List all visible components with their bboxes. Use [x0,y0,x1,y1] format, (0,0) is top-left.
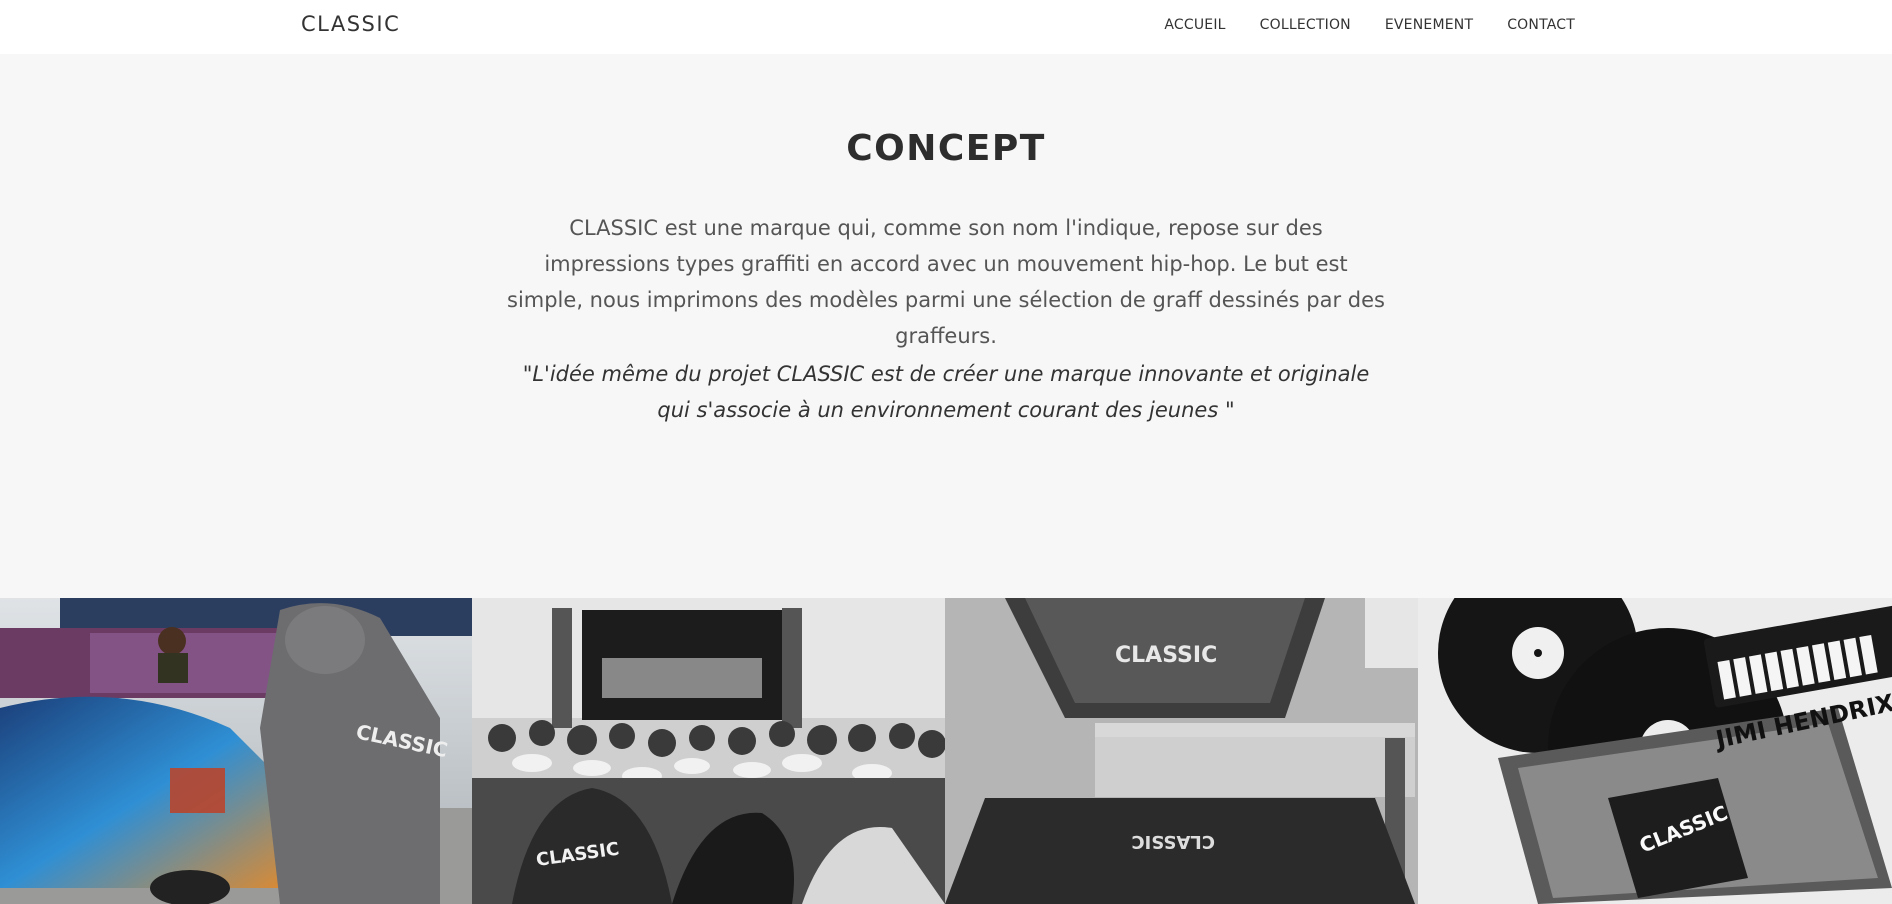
screen-printing-image: CLASSIC CLASSIC [945,598,1418,904]
brand-logo-link[interactable]: CLASSIC [301,10,400,38]
gallery-tile-vinyl-records[interactable]: JIMI HENDRIX CLASSIC [1418,598,1892,904]
nav-item-accueil: ACCUEIL [1164,14,1225,34]
gallery-tile-screen-printing[interactable]: CLASSIC CLASSIC [945,598,1418,904]
concert-crowd-image: CLASSIC [472,598,945,904]
concept-section: CONCEPT CLASSIC est une marque qui, comm… [0,54,1892,598]
shirt-logo-text: CLASSIC [1131,831,1215,852]
graffiti-car-image: CLASSIC [0,598,472,904]
top-navbar: CLASSIC ACCUEIL COLLECTION EVENEMENT CON… [0,0,1892,54]
photo-gallery: CLASSIC CLASSIC CLASSIC CLASSIC JIMI HEN… [0,598,1892,904]
vinyl-records-image: JIMI HENDRIX CLASSIC [1418,598,1892,904]
screen-logo-text: CLASSIC [1115,643,1217,668]
nav-item-collection: COLLECTION [1260,14,1351,34]
nav-link-collection[interactable]: COLLECTION [1260,17,1351,33]
gallery-tile-concert-crowd[interactable]: CLASSIC [472,598,945,904]
nav-menu: ACCUEIL COLLECTION EVENEMENT CONTACT [1164,14,1575,34]
nav-item-evenement: EVENEMENT [1385,14,1473,34]
concept-description: CLASSIC est une marque qui, comme son no… [507,216,1385,348]
concept-title: CONCEPT [846,128,1046,169]
nav-link-evenement[interactable]: EVENEMENT [1385,17,1473,33]
nav-link-contact[interactable]: CONTACT [1507,17,1575,33]
nav-link-accueil[interactable]: ACCUEIL [1164,17,1225,33]
concept-quote: "L'idée même du projet CLASSIC est de cr… [522,362,1370,422]
nav-item-contact: CONTACT [1507,14,1575,34]
gallery-tile-graffiti-car[interactable]: CLASSIC [0,598,472,904]
